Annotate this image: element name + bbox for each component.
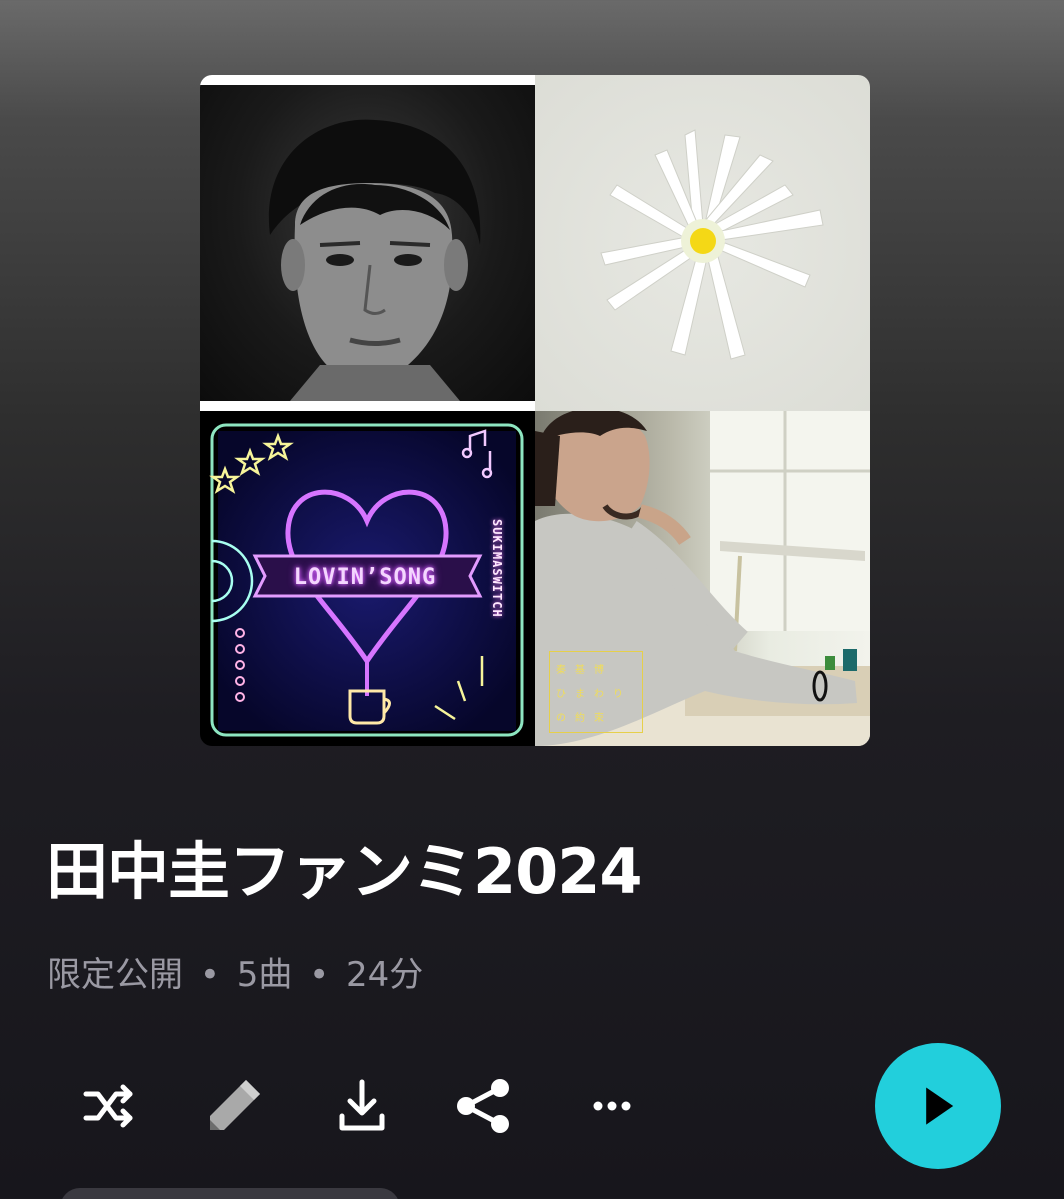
album-line-subtitle: の約束 [556,712,613,724]
meta-separator: • [309,955,330,995]
neon-artist-name: SUKIMASWITCH [490,519,504,618]
playlist-meta: 限定公開 • 5曲 • 24分 [47,953,423,997]
download-icon [339,1079,385,1131]
action-bar [0,1040,1064,1170]
bottom-chip[interactable] [60,1188,400,1199]
album-line-title: ひまわり [556,688,632,700]
play-button[interactable] [875,1043,1001,1169]
meta-separator: • [199,955,220,995]
share-icon [457,1079,509,1133]
playlist-artwork: LOVIN’SONG SUKIMASWITCH 秦基博 ひまわり の約束 [200,75,870,746]
artwork-tile-neon: LOVIN’SONG SUKIMASWITCH [200,411,535,746]
shuffle-button[interactable] [72,1070,144,1142]
portrait-image [268,119,481,401]
play-icon [926,1087,954,1125]
shuffle-icon [83,1084,133,1128]
playlist-title: 田中圭ファンミ2024 [46,835,643,908]
neon-album-title: LOVIN’SONG [293,564,437,590]
album-title-box: 秦基博 ひまわり の約束 [549,651,643,733]
download-button[interactable] [326,1070,398,1142]
artwork-tile-flower [535,75,870,411]
more-icon [593,1101,631,1111]
pencil-icon [210,1080,260,1130]
duration: 24分 [346,955,424,995]
artwork-tile-window: 秦基博 ひまわり の約束 [535,411,870,746]
track-count: 5曲 [236,955,293,995]
artwork-tile-portrait [200,75,535,411]
more-button[interactable] [576,1070,648,1142]
visibility-label: 限定公開 [47,955,183,995]
album-line-artist: 秦基博 [556,664,613,676]
share-button[interactable] [448,1070,520,1142]
edit-button[interactable] [198,1070,270,1142]
flower-image [600,129,824,360]
